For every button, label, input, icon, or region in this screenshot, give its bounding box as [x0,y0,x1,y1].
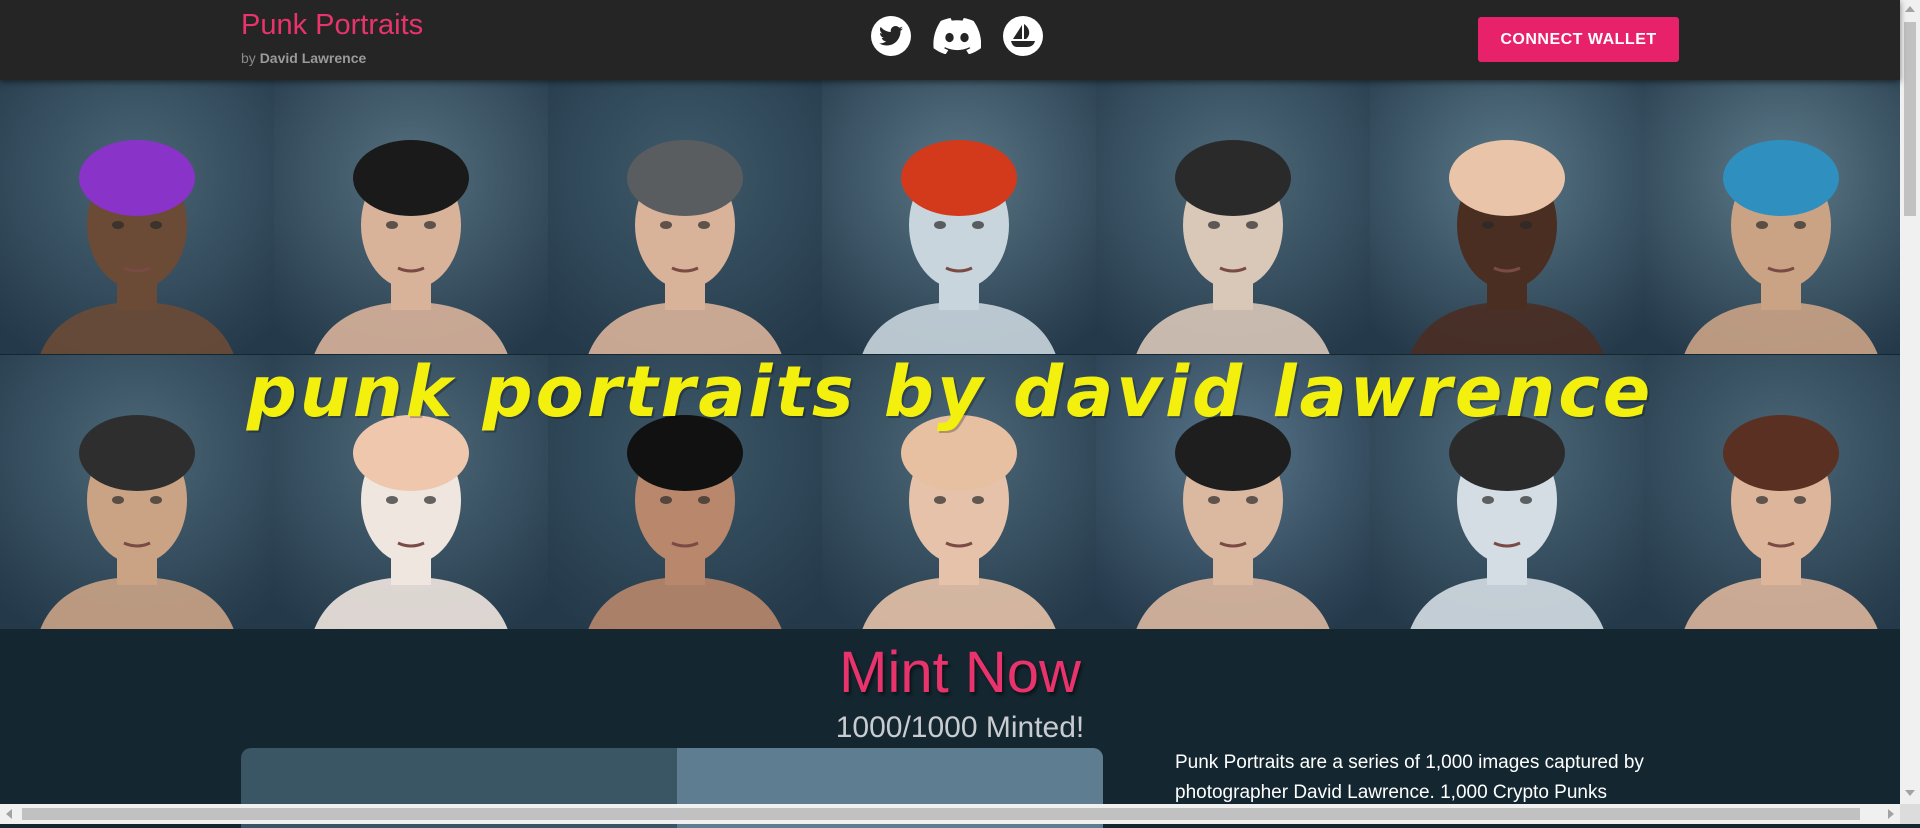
scroll-up-icon[interactable] [1905,6,1915,12]
horizontal-scroll-thumb[interactable] [22,808,1860,820]
site-header: Punk Portraits by David Lawrence CONNECT… [0,0,1900,80]
scrollbar-corner [1900,804,1920,824]
scroll-down-icon[interactable] [1905,790,1915,796]
hero-title: punk portraits by david lawrence [246,351,1654,433]
brand-byline: by David Lawrence [241,50,423,66]
mint-count: 1000/1000 Minted! [835,711,1085,744]
portrait-ape-bandana-glasses [1644,80,1918,354]
scroll-left-icon[interactable] [6,809,12,819]
byline-author: David Lawrence [259,50,367,66]
collection-description: Punk Portraits are a series of 1,000 ima… [1175,752,1644,803]
vertical-scroll-thumb[interactable] [1904,22,1916,216]
horizontal-scrollbar[interactable] [0,804,1900,824]
portrait-cap-eyepatch [1096,80,1370,354]
connect-wallet-button[interactable]: CONNECT WALLET [1478,17,1679,62]
discord-icon[interactable] [933,16,981,56]
byline-prefix: by [241,50,256,66]
portrait-blonde-wig-blue-makeup [1370,80,1644,354]
hero-portrait-grid: punk portraits by david lawrence [0,80,1918,630]
portrait-curly-hair-3d-glasses [274,80,548,354]
scroll-right-icon[interactable] [1888,809,1894,819]
twitter-icon[interactable] [871,16,911,56]
portrait-purple-wig-3d-glasses [0,80,274,354]
portrait-red-beanie-face-mask [822,80,1096,354]
portrait-grey-hoodie-green-makeup [548,80,822,354]
social-links [871,16,1043,56]
brand-title[interactable]: Punk Portraits [241,8,423,42]
opensea-icon[interactable] [1003,16,1043,56]
vertical-scrollbar[interactable] [1900,0,1920,804]
mint-title: Mint Now [839,640,1081,705]
brand[interactable]: Punk Portraits by David Lawrence [241,8,423,66]
